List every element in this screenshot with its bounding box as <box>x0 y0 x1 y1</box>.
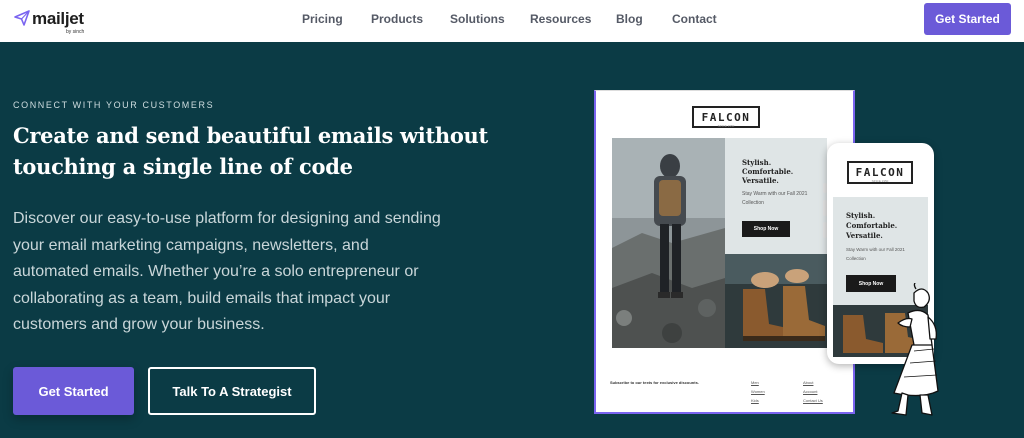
phone-falcon-logo: FALCON SINCE 1950 <box>847 161 913 184</box>
email-subtext: Stay Warm with our Fall 2021 Collection <box>742 191 808 206</box>
paper-plane-logo-icon <box>14 10 30 26</box>
talk-to-strategist-button[interactable]: Talk To A Strategist <box>148 367 316 415</box>
boots-photo <box>725 254 827 348</box>
footer-link-about[interactable]: About <box>803 380 813 385</box>
phone-tagline-line-3: Versatile. <box>846 231 883 240</box>
footer-link-account[interactable]: Account <box>803 389 817 394</box>
logo-subtext: by sinch <box>66 29 85 35</box>
email-footer-subscribe: Subscribe to our texts for exclusive dis… <box>610 380 699 385</box>
hero-eyebrow: CONNECT WITH YOUR CUSTOMERS <box>13 100 215 110</box>
nav-link-pricing[interactable]: Pricing <box>302 12 343 26</box>
phone-brand-subtext: SINCE 1950 <box>871 179 889 183</box>
brand-name: FALCON <box>701 111 751 124</box>
brand-subtext: SINCE 1950 <box>717 124 735 128</box>
phone-tagline-line-2: Comfortable. <box>846 221 898 230</box>
footer-link-kids[interactable]: Kids <box>751 398 759 403</box>
tagline-line-2: Comfortable. <box>742 167 794 176</box>
footer-link-contact-us[interactable]: Contact Us <box>803 398 823 403</box>
nav-link-products[interactable]: Products <box>371 12 423 26</box>
woman-illustration <box>891 283 939 416</box>
nav-link-solutions[interactable]: Solutions <box>450 12 505 26</box>
falcon-brand-logo: FALCON SINCE 1950 <box>692 106 760 128</box>
nav-link-contact[interactable]: Contact <box>672 12 717 26</box>
email-shop-now-button[interactable]: Shop Now <box>742 221 790 237</box>
logo-wordmark: mailjet <box>32 9 84 28</box>
phone-tagline: Stylish. Comfortable. Versatile. <box>846 211 897 241</box>
nav-link-resources[interactable]: Resources <box>530 12 591 26</box>
mailjet-logo[interactable]: mailjet by sinch <box>14 8 104 36</box>
email-tagline: Stylish. Comfortable. Versatile. <box>742 158 793 185</box>
phone-tagline-line-1: Stylish. <box>846 211 876 220</box>
phone-brand-name: FALCON <box>855 166 905 179</box>
tagline-line-3: Versatile. <box>742 176 779 185</box>
nav-link-blog[interactable]: Blog <box>616 12 643 26</box>
top-nav: mailjet by sinch Pricing Products Soluti… <box>0 0 1024 42</box>
tagline-line-1: Stylish. <box>742 158 772 167</box>
phone-subtext: Stay Warm with our Fall 2021 Collection <box>846 247 905 261</box>
footer-link-women[interactable]: Women <box>751 389 765 394</box>
hero-title: Create and send beautiful emails without… <box>13 123 488 179</box>
email-template-preview: FALCON SINCE 1950 Stylish. Comfortable. … <box>594 90 855 414</box>
hero-description: Discover our easy-to-use platform for de… <box>13 210 441 333</box>
footer-link-men[interactable]: Men <box>751 380 759 385</box>
email-hero-card: Stylish. Comfortable. Versatile. Stay Wa… <box>612 138 827 348</box>
hiker-photo <box>612 138 725 348</box>
nav-get-started-button[interactable]: Get Started <box>924 3 1011 35</box>
get-started-button[interactable]: Get Started <box>13 367 134 415</box>
